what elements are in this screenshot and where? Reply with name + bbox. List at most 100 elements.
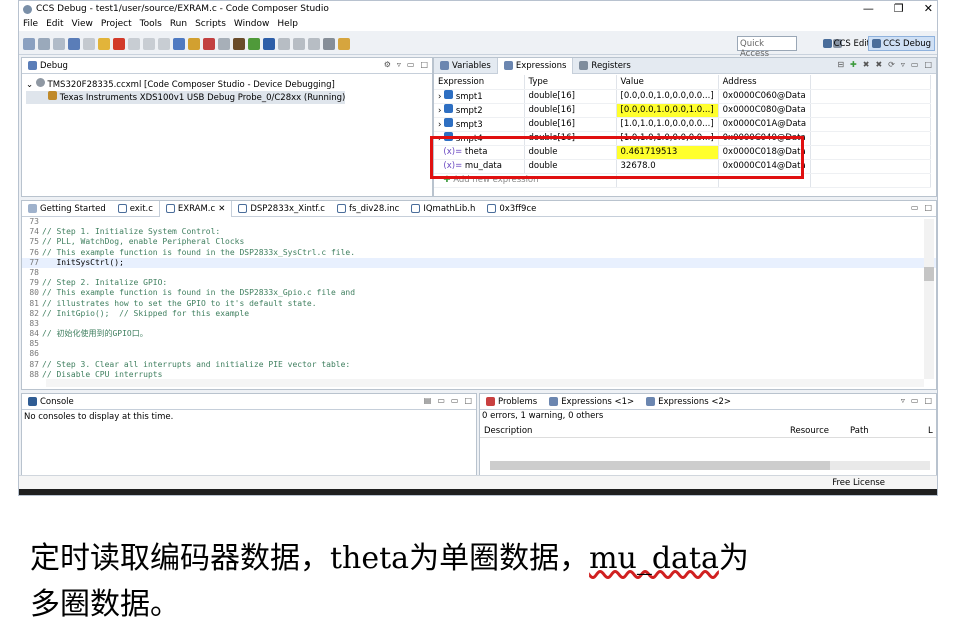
minimize-button[interactable]: — [863,2,874,15]
step-into-icon[interactable] [128,37,140,50]
load-program-icon[interactable] [233,37,245,50]
minimize-pane-icon-2[interactable]: ▭ [911,60,919,69]
tab-registers[interactable]: Registers [573,58,636,74]
editor-vertical-scrollbar[interactable] [924,219,934,379]
maximize-editor-icon[interactable]: □ [924,203,932,212]
brush-icon[interactable] [338,37,350,50]
col-type[interactable]: Type [524,75,617,90]
tab-disassembly[interactable]: 0x3ff9ce [481,201,542,217]
tab-exram-c[interactable]: EXRAM.c ✕ [158,200,233,217]
collapse-all-icon[interactable]: ⊟ [837,60,844,69]
tab-fs-div28[interactable]: fs_div28.inc [331,201,405,217]
build-icon[interactable] [248,37,260,50]
menu-run[interactable]: Run [170,19,187,29]
col-description[interactable]: Description [484,426,532,436]
target-icon[interactable] [188,37,200,50]
minimize-editor-icon[interactable]: ▭ [911,203,919,212]
console-tab-label: Console [40,396,74,407]
refresh-icon[interactable]: ⟳ [888,60,895,69]
remove-all-icon[interactable]: ✖ [875,60,882,69]
tools-icon[interactable] [293,37,305,50]
tab-exit-c[interactable]: exit.c [112,201,159,217]
view-menu-icon-3[interactable]: ▿ [901,396,905,405]
collapse-icon[interactable]: ⚙ [384,60,391,69]
maximize-button[interactable]: ❐ [894,2,904,15]
editor-tab-label: exit.c [129,203,153,214]
menu-help[interactable]: Help [277,19,298,29]
col-resource[interactable]: Resource [790,426,829,436]
tab-debug[interactable]: Debug [22,58,74,74]
expr-value[interactable]: [0.0,0.0,1.0,0.0,0.0...] [616,89,719,104]
maximize-pane-icon[interactable]: □ [420,60,428,69]
suspend-icon[interactable] [98,37,110,50]
tab-expressions-2[interactable]: Expressions <2> [640,394,737,410]
expr-value[interactable]: [0.0,0.0,1.0,0.0,1.0...] [616,103,719,118]
editor-horizontal-scrollbar[interactable] [46,379,924,387]
problems-horizontal-scrollbar[interactable] [490,461,930,470]
restart-icon[interactable] [218,37,230,50]
variables-icon [440,61,449,70]
add-expression-icon[interactable]: ✚ [850,60,857,69]
table-row[interactable]: › smpt2 double[16] [0.0,0.0,1.0,0.0,1.0...… [434,103,932,118]
open-console-icon[interactable]: ▭ [437,396,445,405]
ccs-debug-perspective[interactable]: CCS Debug [868,36,935,51]
code-line: 79// Step 2. Initalize GPIO: [29,278,168,288]
pin-icon[interactable] [308,37,320,50]
quick-access-input[interactable]: Quick Access [737,36,797,59]
step-over-icon[interactable] [143,37,155,50]
tab-xintf-c[interactable]: DSP2833x_Xintf.c [232,201,331,217]
minimize-problems-icon[interactable]: ▭ [911,396,919,405]
col-address[interactable]: Address [718,75,812,90]
col-value[interactable]: Value [616,75,719,90]
debug-target-node[interactable]: ⌄ TMS320F28335.ccxml [Code Composer Stud… [26,78,345,91]
debug-view-icon[interactable] [68,37,80,50]
debug-probe-node[interactable]: Texas Instruments XDS100v1 USB Debug Pro… [26,91,346,104]
save-icon[interactable] [38,37,50,50]
col-location[interactable]: L [928,426,933,436]
menu-view[interactable]: View [72,19,93,29]
tab-expressions[interactable]: Expressions [496,57,574,74]
view-menu-icon-2[interactable]: ▿ [901,60,905,69]
minimize-pane-icon[interactable]: ▭ [407,60,415,69]
resume-icon[interactable] [83,37,95,50]
new-icon[interactable] [23,37,35,50]
table-row[interactable]: › smpt3 double[16] [1.0,1.0,1.0,0.0,0.0...… [434,117,932,132]
tab-problems[interactable]: Problems [480,394,543,410]
tab-expressions-1[interactable]: Expressions <1> [543,394,640,410]
expr-name: smpt2 [455,106,483,116]
menu-tools[interactable]: Tools [140,19,162,29]
memory-icon[interactable] [173,37,185,50]
maximize-console-icon[interactable]: □ [464,396,472,405]
search-icon[interactable] [278,37,290,50]
tab-getting-started[interactable]: Getting Started [22,201,112,217]
gear-icon[interactable] [323,37,335,50]
menu-edit[interactable]: Edit [46,19,63,29]
code-editor[interactable]: 73 74// Step 1. Initialize System Contro… [22,217,936,380]
col-expression[interactable]: Expression [434,75,525,90]
save-all-icon[interactable] [53,37,65,50]
expr-address: 0x0000C01A@Data [718,117,812,132]
view-menu-icon[interactable]: ▿ [397,60,401,69]
profile-icon[interactable] [263,37,275,50]
col-path[interactable]: Path [850,426,869,436]
close-tab-icon[interactable]: ✕ [218,204,225,214]
maximize-problems-icon[interactable]: □ [924,396,932,405]
terminate-icon[interactable] [113,37,125,50]
table-row[interactable]: › smpt1 double[16] [0.0,0.0,1.0,0.0,0.0...… [434,89,932,104]
close-button[interactable]: ✕ [924,2,933,15]
tab-variables[interactable]: Variables [434,58,497,74]
reset-icon[interactable] [203,37,215,50]
menu-project[interactable]: Project [101,19,132,29]
step-return-icon[interactable] [158,37,170,50]
display-console-icon[interactable]: ▤ [424,396,432,405]
minimize-console-icon[interactable]: ▭ [451,396,459,405]
menu-scripts[interactable]: Scripts [195,19,226,29]
expr-value[interactable]: [1.0,1.0,1.0,0.0,0.0...] [616,117,719,132]
remove-icon[interactable]: ✖ [863,60,870,69]
tab-iqmathlib-h[interactable]: IQmathLib.h [405,201,481,217]
tab-console[interactable]: Console [22,394,80,410]
menu-window[interactable]: Window [234,19,270,29]
maximize-pane-icon-2[interactable]: □ [924,60,932,69]
menu-file[interactable]: File [23,19,38,29]
ccs-edit-perspective[interactable]: CCS Edit [820,36,873,51]
